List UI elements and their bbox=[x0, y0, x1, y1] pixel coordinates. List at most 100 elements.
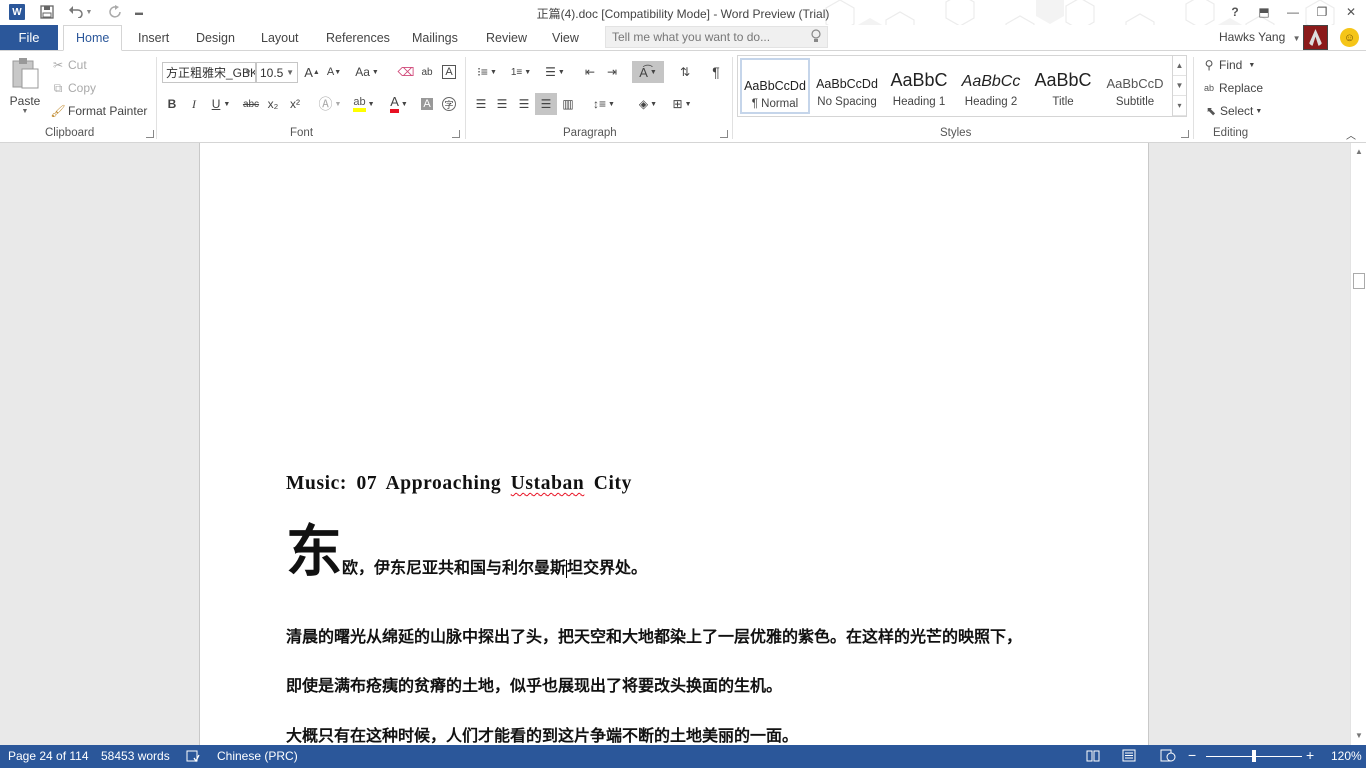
shrink-font-button[interactable]: A ▼ bbox=[324, 62, 344, 82]
more-styles-icon[interactable]: ▾ bbox=[1173, 96, 1186, 116]
bullets-button[interactable]: ⁝≡ ▼ bbox=[472, 62, 502, 82]
tab-layout[interactable]: Layout bbox=[261, 25, 299, 50]
tab-file[interactable]: File bbox=[0, 25, 58, 50]
tab-mailings[interactable]: Mailings bbox=[412, 25, 458, 50]
close-icon[interactable]: ✕ bbox=[1337, 0, 1365, 24]
tab-home[interactable]: Home bbox=[63, 25, 123, 51]
scroll-up-icon[interactable]: ▲ bbox=[1173, 56, 1186, 76]
chevron-down-icon: ▼ bbox=[400, 100, 408, 108]
document-canvas[interactable]: Music: 07 Approaching Ustaban City 东 欧，伊… bbox=[0, 143, 1350, 745]
superscript-button[interactable]: x² bbox=[286, 94, 304, 114]
zoom-level[interactable]: 120% bbox=[1331, 749, 1362, 763]
read-mode-icon[interactable] bbox=[1086, 749, 1100, 765]
subscript-button[interactable]: x₂ bbox=[264, 94, 282, 114]
character-shading-icon[interactable]: A bbox=[418, 94, 436, 114]
strikethrough-button[interactable]: abc bbox=[240, 94, 262, 114]
styles-gallery[interactable]: AaBbCcDd ¶ Normal AaBbCcDd No Spacing Aa… bbox=[737, 55, 1187, 117]
styles-launcher-icon[interactable] bbox=[1181, 130, 1189, 138]
align-right-icon[interactable]: ☰ bbox=[514, 94, 534, 114]
ribbon-display-icon[interactable]: ⬒ bbox=[1250, 0, 1278, 24]
scrollbar-thumb[interactable] bbox=[1353, 273, 1365, 289]
tab-insert[interactable]: Insert bbox=[138, 25, 169, 50]
avatar[interactable] bbox=[1303, 25, 1328, 50]
asian-layout-button[interactable]: A͡ ▼ bbox=[632, 61, 664, 83]
clipboard-launcher-icon[interactable] bbox=[146, 130, 154, 138]
cut-button[interactable]: ✂ Cut bbox=[50, 57, 87, 73]
font-size-combobox[interactable]: 10.5 ▼ bbox=[256, 62, 298, 83]
spelling-error-word[interactable]: Ustaban bbox=[511, 473, 585, 494]
sort-icon[interactable]: ⇅ bbox=[675, 62, 695, 82]
enclose-characters-icon[interactable]: 字 bbox=[440, 94, 458, 114]
zoom-in-icon[interactable]: + bbox=[1306, 747, 1314, 763]
zoom-slider-thumb[interactable] bbox=[1252, 750, 1256, 762]
word-count[interactable]: 58453 words bbox=[101, 749, 170, 763]
justify-icon[interactable]: ☰ bbox=[535, 93, 557, 115]
minimize-icon[interactable]: — bbox=[1279, 0, 1307, 24]
paragraph-3[interactable]: 大概只有在这种时候，人们才能看的到这片争端不断的土地美丽的一面。 bbox=[286, 722, 798, 745]
feedback-smiley-icon[interactable]: ☺ bbox=[1340, 28, 1359, 47]
print-layout-icon[interactable] bbox=[1122, 749, 1136, 765]
style-heading-1[interactable]: AaBbC Heading 1 bbox=[884, 58, 954, 114]
find-button[interactable]: ⚲ Find ▼ bbox=[1201, 57, 1256, 73]
borders-button[interactable]: ⊞ ▼ bbox=[667, 94, 697, 114]
multilevel-list-button[interactable]: ☰ ▼ bbox=[540, 62, 570, 82]
scroll-down-icon[interactable]: ▼ bbox=[1354, 731, 1364, 740]
line-spacing-button[interactable]: ↕≡ ▼ bbox=[589, 94, 619, 114]
character-border-icon[interactable]: A bbox=[439, 62, 459, 82]
collapse-ribbon-icon[interactable]: ︿ bbox=[1346, 127, 1356, 142]
change-case-button[interactable]: Aa ▼ bbox=[352, 62, 382, 82]
numbering-button[interactable]: 1≡ ▼ bbox=[506, 62, 536, 82]
highlight-color-button[interactable]: ab ▼ bbox=[349, 94, 379, 114]
binoculars-icon: ⚲ bbox=[1204, 58, 1214, 72]
scroll-up-icon[interactable]: ▲ bbox=[1354, 147, 1364, 156]
dropcap-paragraph[interactable]: 东 欧，伊东尼亚共和国与利尔曼斯坦交界处。 bbox=[286, 521, 647, 583]
document-page[interactable]: Music: 07 Approaching Ustaban City 东 欧，伊… bbox=[199, 143, 1149, 745]
align-center-icon[interactable]: ☰ bbox=[492, 94, 512, 114]
vertical-scrollbar[interactable]: ▲ ▼ bbox=[1350, 143, 1366, 745]
phonetic-guide-icon[interactable]: ab bbox=[417, 62, 437, 82]
web-layout-icon[interactable] bbox=[1160, 749, 1176, 765]
user-name[interactable]: Hawks Yang ▼ bbox=[1219, 30, 1301, 44]
distributed-icon[interactable]: ▥ bbox=[558, 94, 578, 114]
format-painter-button[interactable]: 🖌 Format Painter bbox=[50, 103, 147, 119]
page-count[interactable]: Page 24 of 114 bbox=[8, 749, 89, 763]
font-color-button[interactable]: A ▼ bbox=[384, 94, 414, 114]
text-effects-button[interactable]: Ⓐ ▼ bbox=[316, 94, 344, 114]
style-subtitle[interactable]: AaBbCcD Subtitle bbox=[1100, 58, 1170, 114]
show-formatting-marks-icon[interactable]: ¶ bbox=[706, 62, 726, 82]
tell-me-search[interactable]: Tell me what you want to do... bbox=[605, 26, 828, 48]
style-normal[interactable]: AaBbCcDd ¶ Normal bbox=[740, 58, 810, 114]
underline-button[interactable]: U ▼ bbox=[207, 94, 235, 114]
bold-button[interactable]: B bbox=[163, 94, 181, 114]
tab-references[interactable]: References bbox=[326, 25, 390, 50]
font-launcher-icon[interactable] bbox=[452, 130, 460, 138]
tab-design[interactable]: Design bbox=[196, 25, 235, 50]
restore-icon[interactable]: ❐ bbox=[1308, 0, 1336, 24]
tab-review[interactable]: Review bbox=[486, 25, 527, 50]
shading-button[interactable]: ◈ ▼ bbox=[632, 94, 664, 114]
grow-font-button[interactable]: A ▲ bbox=[302, 62, 322, 82]
select-button[interactable]: ⬉ Select ▼ bbox=[1203, 103, 1262, 119]
paragraph-launcher-icon[interactable] bbox=[720, 130, 728, 138]
font-name-combobox[interactable]: 方正粗雅宋_GBK ▼ bbox=[162, 62, 256, 83]
style-no-spacing[interactable]: AaBbCcDd No Spacing bbox=[812, 58, 882, 114]
music-heading[interactable]: Music: 07 Approaching Ustaban City bbox=[286, 473, 632, 495]
style-title[interactable]: AaBbC Title bbox=[1028, 58, 1098, 114]
clear-formatting-icon[interactable]: ⌫ bbox=[396, 62, 416, 82]
style-heading-2[interactable]: AaBbCc Heading 2 bbox=[956, 58, 1026, 114]
paragraph-2[interactable]: 即使是满布疮痍的贫瘠的土地，似乎也展现出了将要改头换面的生机。 bbox=[286, 672, 782, 696]
help-icon[interactable]: ? bbox=[1221, 0, 1249, 24]
italic-button[interactable]: I bbox=[185, 94, 203, 114]
paste-button[interactable]: Paste ▼ bbox=[8, 57, 42, 123]
zoom-out-icon[interactable]: − bbox=[1188, 747, 1196, 763]
language-indicator[interactable]: Chinese (PRC) bbox=[217, 749, 298, 763]
paragraph-1[interactable]: 清晨的曙光从绵延的山脉中探出了头，把天空和大地都染上了一层优雅的紫色。在这样的光… bbox=[286, 623, 1022, 647]
scroll-down-icon[interactable]: ▼ bbox=[1173, 76, 1186, 96]
replace-button[interactable]: ab Replace bbox=[1201, 80, 1263, 96]
copy-button[interactable]: ⧉ Copy bbox=[50, 80, 96, 96]
proofing-icon[interactable] bbox=[186, 749, 200, 766]
align-left-icon[interactable]: ☰ bbox=[471, 94, 491, 114]
increase-indent-icon[interactable]: ⇥ bbox=[602, 62, 622, 82]
tab-view[interactable]: View bbox=[552, 25, 579, 50]
decrease-indent-icon[interactable]: ⇤ bbox=[580, 62, 600, 82]
